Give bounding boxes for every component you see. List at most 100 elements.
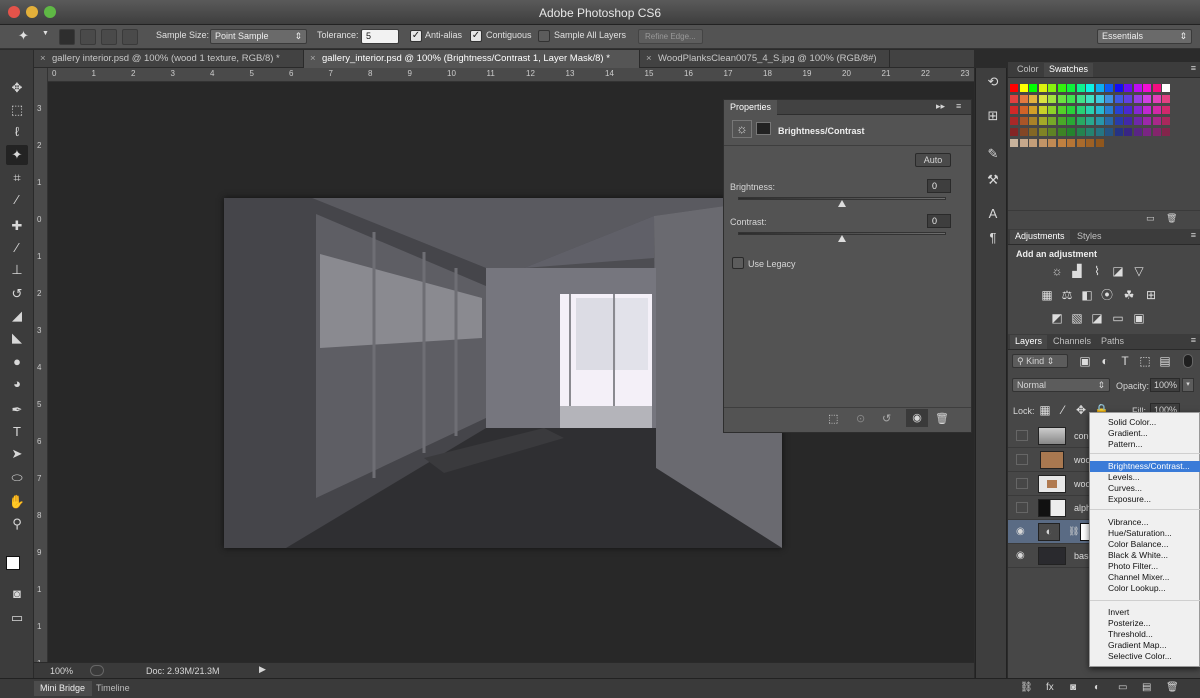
menu-item-selective-color[interactable]: Selective Color... [1090, 651, 1200, 662]
tab-layers[interactable]: Layers [1010, 335, 1048, 349]
layer-mask-icon[interactable] [756, 122, 771, 135]
swatch[interactable] [1029, 117, 1037, 125]
layer-filter-kind-select[interactable]: ⚲ Kind ⇕ [1012, 354, 1068, 368]
swatch[interactable] [1076, 128, 1085, 136]
close-tab-icon[interactable]: × [40, 53, 46, 64]
swatch[interactable] [1086, 84, 1094, 92]
swatch[interactable] [1152, 95, 1161, 103]
layer-visibility-toggle[interactable] [1016, 454, 1028, 465]
swatch[interactable] [1086, 139, 1094, 147]
menu-item-threshold[interactable]: Threshold... [1090, 629, 1200, 640]
swatch[interactable] [1086, 95, 1094, 103]
refine-edge-button[interactable]: Refine Edge... [638, 29, 703, 44]
swatch[interactable] [1029, 106, 1037, 114]
swatch[interactable] [1143, 106, 1151, 114]
swatch[interactable] [1152, 139, 1161, 147]
character-icon[interactable]: A [982, 204, 1004, 224]
swatch[interactable] [1133, 128, 1142, 136]
sample-all-layers-checkbox[interactable] [538, 30, 550, 42]
view-previous-icon[interactable]: ⊙ [856, 412, 865, 425]
anti-alias-checkbox[interactable]: ✓ [410, 30, 422, 42]
chevron-down-icon[interactable]: ▼ [42, 30, 49, 37]
swatch[interactable] [1162, 139, 1170, 147]
lock-transparent-icon[interactable]: ▦ [1038, 403, 1052, 417]
tab-swatches[interactable]: Swatches [1044, 63, 1094, 77]
document-canvas[interactable] [224, 198, 782, 548]
opacity-dropdown-icon[interactable]: ▾ [1182, 378, 1194, 392]
blend-mode-select[interactable]: Normal ⇕ [1012, 378, 1110, 392]
swatch[interactable] [1095, 84, 1104, 92]
swatch[interactable] [1076, 95, 1085, 103]
swatch[interactable] [1048, 95, 1056, 103]
swatch[interactable] [1114, 117, 1123, 125]
swatch[interactable] [1010, 106, 1018, 114]
swatch[interactable] [1152, 117, 1161, 125]
tool-presets-icon[interactable]: ⚒ [982, 170, 1004, 190]
collapse-panel-icon[interactable]: ▸▸ [936, 101, 945, 112]
swatch[interactable] [1057, 139, 1066, 147]
swatch[interactable] [1143, 139, 1151, 147]
menu-item-hue-saturation[interactable]: Hue/Saturation... [1090, 528, 1200, 539]
reset-icon[interactable]: ↺ [882, 412, 891, 425]
menu-item-vibrance[interactable]: Vibrance... [1090, 517, 1200, 528]
foreground-color-swatch[interactable] [6, 556, 20, 570]
auto-button[interactable]: Auto [915, 153, 951, 167]
gradient-map-adj-icon[interactable]: ▭ [1111, 311, 1125, 325]
eyedropper-tool-icon[interactable]: ⁄ [6, 190, 28, 210]
paint-bucket-tool-icon[interactable]: ◣ [6, 328, 28, 348]
threshold-adj-icon[interactable]: ◪ [1090, 311, 1104, 325]
swatch[interactable] [1162, 128, 1170, 136]
swatch[interactable] [1038, 84, 1047, 92]
menu-item-color-balance[interactable]: Color Balance... [1090, 539, 1200, 550]
swatch[interactable] [1029, 128, 1037, 136]
blur-tool-icon[interactable]: ● [6, 352, 28, 372]
dodge-tool-icon[interactable]: ◕ [6, 374, 28, 394]
eraser-tool-icon[interactable]: ◢ [6, 306, 28, 326]
panel-menu-icon[interactable]: ≡ [1191, 230, 1196, 240]
filter-pixel-icon[interactable]: ▣ [1078, 354, 1092, 368]
photo-filter-adj-icon[interactable]: ⦿ [1100, 288, 1114, 302]
type-tool-icon[interactable]: T [6, 422, 28, 442]
swatch[interactable] [1057, 117, 1066, 125]
menu-item-gradient-map[interactable]: Gradient Map... [1090, 640, 1200, 651]
tab-wood-planks[interactable]: × WoodPlanksClean0075_4_S.jpg @ 100% (RGB… [640, 50, 890, 68]
menu-item-exposure[interactable]: Exposure... [1090, 494, 1200, 505]
swatch[interactable] [1152, 106, 1161, 114]
swatch[interactable] [1067, 128, 1075, 136]
swatch[interactable] [1133, 95, 1142, 103]
contrast-input[interactable]: 0 [927, 214, 951, 228]
color-lookup-adj-icon[interactable]: ⊞ [1144, 288, 1158, 302]
swatch[interactable] [1010, 95, 1018, 103]
properties-icon[interactable]: ⊞ [982, 106, 1004, 126]
swatch[interactable] [1038, 106, 1047, 114]
tab-gallery-interior-brightness[interactable]: × gallery_interior.psd @ 100% (Brightness… [304, 50, 640, 68]
curves-adj-icon[interactable]: ⌇ [1090, 264, 1104, 278]
close-tab-icon[interactable]: × [646, 53, 652, 64]
swatch[interactable] [1019, 128, 1028, 136]
tab-adjustments[interactable]: Adjustments [1010, 230, 1070, 244]
swatch[interactable] [1048, 117, 1056, 125]
swatch[interactable] [1029, 84, 1037, 92]
filter-smart-object-icon[interactable]: ▤ [1158, 354, 1172, 368]
crop-tool-icon[interactable]: ⌗ [6, 168, 28, 188]
tab-mini-bridge[interactable]: Mini Bridge [34, 681, 92, 696]
swatch[interactable] [1048, 84, 1056, 92]
visibility-eye-icon[interactable]: ◉ [1016, 550, 1025, 561]
pen-tool-icon[interactable]: ✒ [6, 400, 28, 420]
hue-saturation-adj-icon[interactable]: ▦ [1040, 288, 1054, 302]
panel-menu-icon[interactable]: ≡ [956, 101, 961, 111]
menu-item-levels[interactable]: Levels... [1090, 472, 1200, 483]
contrast-slider-thumb[interactable] [838, 235, 846, 242]
swatch[interactable] [1076, 139, 1085, 147]
filter-toggle-switch[interactable] [1183, 354, 1193, 368]
swatch[interactable] [1133, 84, 1142, 92]
swatch[interactable] [1029, 139, 1037, 147]
tab-properties[interactable]: Properties [724, 100, 778, 115]
swatch[interactable] [1133, 106, 1142, 114]
history-brush-tool-icon[interactable]: ↺ [6, 284, 28, 304]
lock-position-icon[interactable]: ✥ [1074, 403, 1088, 417]
menu-item-photo-filter[interactable]: Photo Filter... [1090, 561, 1200, 572]
move-tool-icon[interactable]: ✥ [6, 78, 28, 98]
magic-wand-tool-icon[interactable]: ✦ [6, 145, 28, 165]
tab-channels[interactable]: Channels [1048, 336, 1096, 346]
